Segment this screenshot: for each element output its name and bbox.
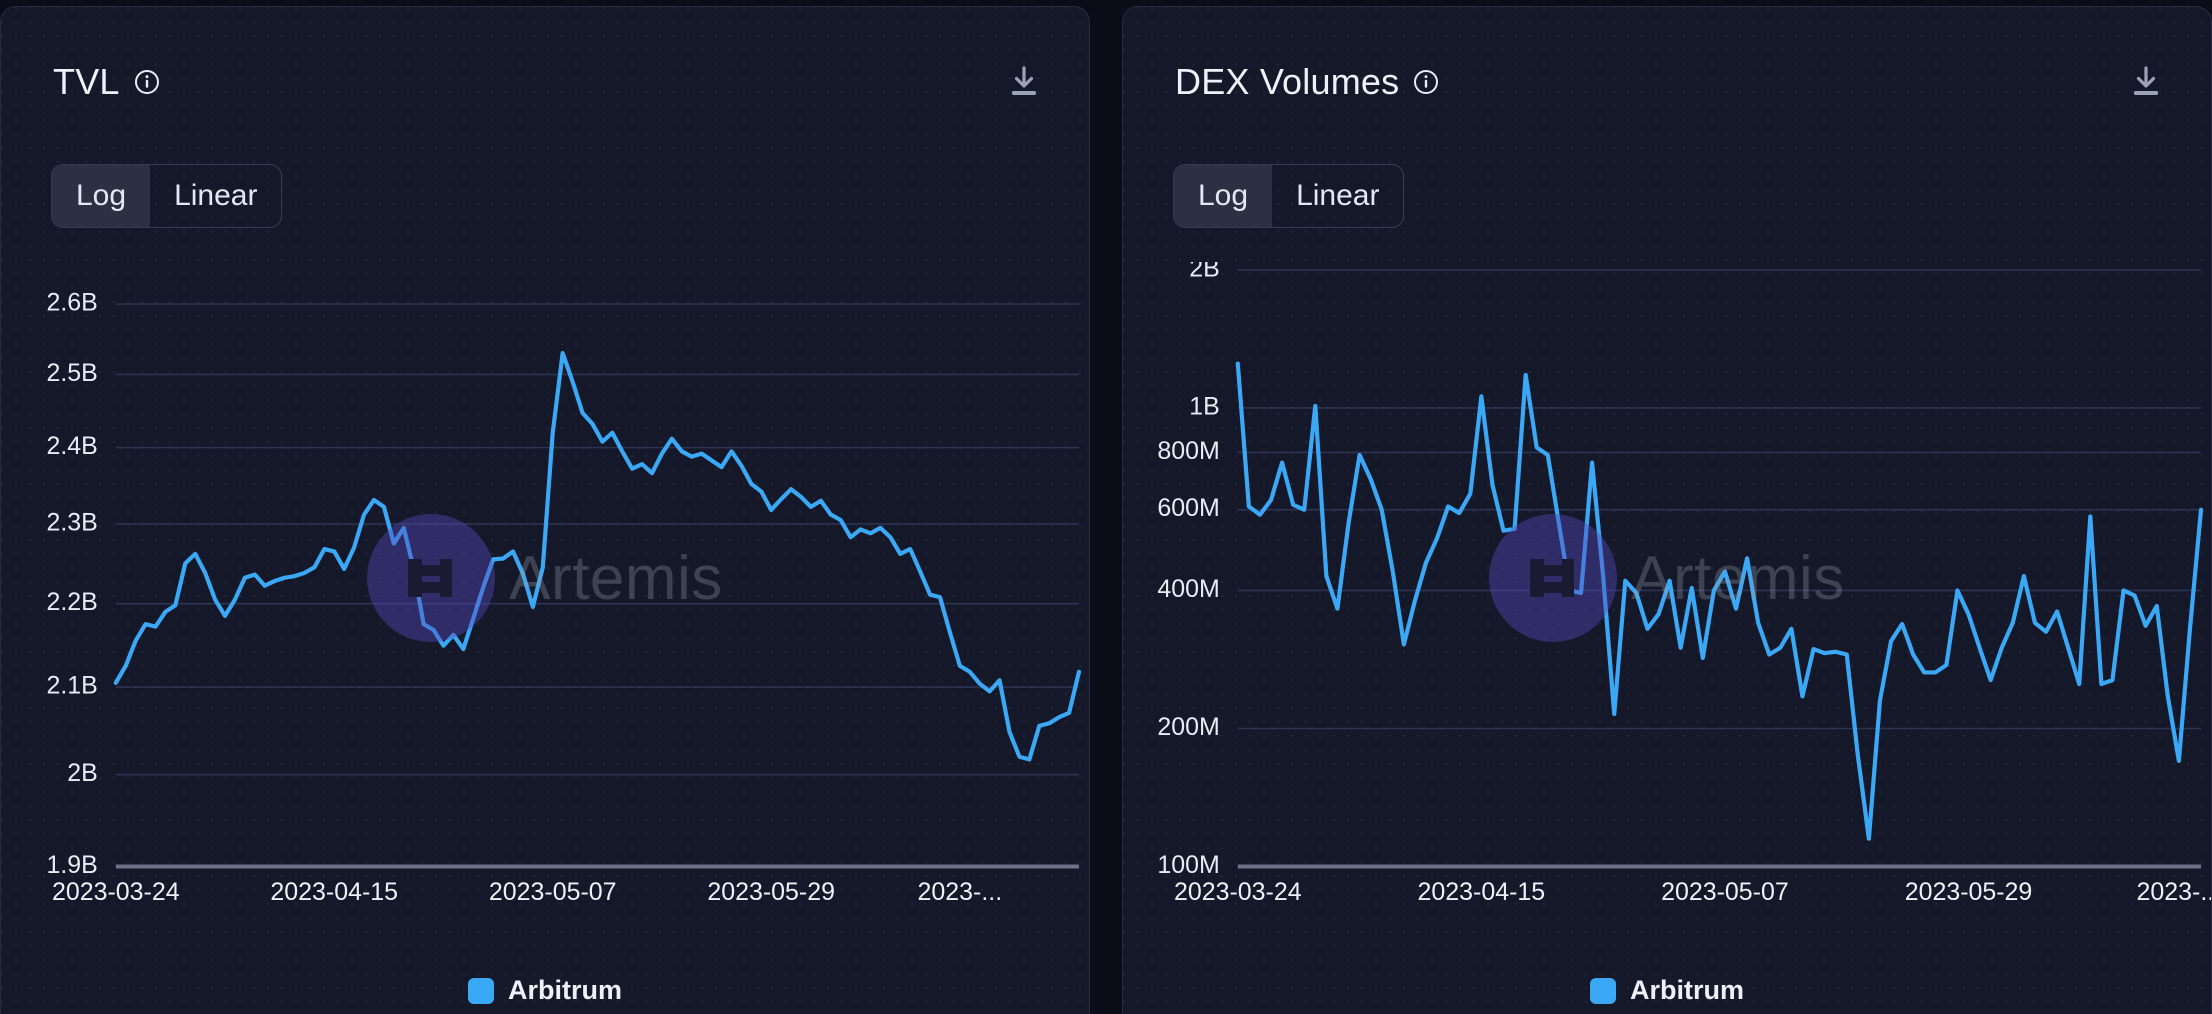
ytick-label: 2.5B: [46, 359, 97, 387]
ytick-label: 1.9B: [46, 851, 97, 879]
gridlines-dex: [1237, 269, 2202, 869]
download-icon[interactable]: [1007, 63, 1041, 101]
ytick-label: 400M: [1157, 575, 1219, 603]
panel-dex-volumes: DEX Volumes Log Linear 2B 1B 800M 600M 4…: [1122, 6, 2212, 1014]
series-line-arbitrum-tvl: [113, 350, 1082, 762]
ytick-label: 2.6B: [46, 289, 97, 317]
toggle-linear-tvl[interactable]: Linear: [150, 165, 281, 227]
page-title: TVL: [53, 61, 120, 102]
legend-swatch-arbitrum: [1590, 977, 1616, 1004]
toggle-linear-dex[interactable]: Linear: [1272, 165, 1403, 227]
legend-label-arbitrum: Arbitrum: [508, 975, 622, 1005]
ytick-label: 2.4B: [46, 432, 97, 460]
legend-label-arbitrum: Arbitrum: [1630, 975, 1744, 1005]
ytick-labels-dex: 2B 1B 800M 600M 400M 200M 100M: [1157, 262, 1219, 879]
xtick-label: 2023-04-15: [270, 878, 398, 906]
legend-swatch-arbitrum: [468, 977, 494, 1004]
xtick-label: 2023-05-29: [707, 878, 835, 906]
xtick-label: 2023-03-24: [1174, 878, 1302, 906]
charts-dashboard: TVL Log Linear 2.6B 2.5B 2.4B 2.3B 2.2B …: [0, 0, 2212, 1014]
panel-tvl: TVL Log Linear 2.6B 2.5B 2.4B 2.3B 2.2B …: [0, 6, 1090, 1014]
panel-dex-header: DEX Volumes: [1175, 59, 2159, 105]
page-title-dex: DEX Volumes: [1175, 61, 1400, 102]
ytick-label: 2B: [67, 759, 98, 787]
toggle-log-tvl[interactable]: Log: [52, 165, 151, 227]
xtick-label: 2023-...: [2137, 878, 2211, 906]
xtick-labels-tvl: 2023-03-24 2023-04-15 2023-05-07 2023-05-29…: [52, 878, 1002, 906]
scale-toggle-dex[interactable]: Log Linear: [1173, 164, 1405, 228]
ytick-labels-tvl: 2.6B 2.5B 2.4B 2.3B 2.2B 2.1B 2B 1.9B: [46, 289, 97, 879]
xtick-label: 2023-05-07: [1661, 878, 1789, 906]
scale-toggle-tvl[interactable]: Log Linear: [51, 164, 283, 228]
ytick-label: 100M: [1157, 851, 1219, 879]
gridlines-tvl: [115, 303, 1080, 869]
ytick-label: 800M: [1157, 437, 1219, 465]
xtick-label: 2023-03-24: [52, 878, 180, 906]
ytick-label: 2.3B: [46, 509, 97, 537]
chart-plot-dex: 2B 1B 800M 600M 400M 200M 100M 2023-03-24 2023-…: [1123, 262, 2211, 926]
chart-legend-dex[interactable]: Arbitrum: [1123, 975, 2211, 1006]
xtick-label: 2023-04-15: [1418, 878, 1546, 906]
xtick-labels-dex: 2023-03-24 2023-04-15 2023-05-07 2023-05-29…: [1174, 878, 2211, 906]
series-line-arbitrum-dex: [1235, 361, 2204, 841]
chart-legend-tvl[interactable]: Arbitrum: [1, 975, 1089, 1006]
info-icon[interactable]: [134, 69, 160, 95]
chart-svg-tvl: 2.6B 2.5B 2.4B 2.3B 2.2B 2.1B 2B 1.9B 2023-03-2…: [46, 289, 1082, 906]
ytick-label: 200M: [1157, 713, 1219, 741]
info-icon[interactable]: [1413, 69, 1439, 95]
xtick-label: 2023-...: [918, 878, 1003, 906]
ytick-label: 2B: [1189, 262, 1220, 282]
ytick-label: 2.1B: [46, 672, 97, 700]
chart-svg-dex: 2B1B800M600M400M200M100M 2023-03-24 2023-…: [1157, 262, 2211, 906]
ytick-label: 600M: [1157, 494, 1219, 522]
download-icon[interactable]: [2129, 63, 2163, 101]
ytick-label: 1B: [1189, 393, 1220, 421]
panel-tvl-header: TVL: [53, 59, 1037, 105]
xtick-label: 2023-05-07: [489, 878, 617, 906]
toggle-log-dex[interactable]: Log: [1174, 165, 1273, 227]
xtick-label: 2023-05-29: [1905, 878, 2033, 906]
ytick-label: 2.2B: [46, 588, 97, 616]
chart-plot-tvl: 2.6B 2.5B 2.4B 2.3B 2.2B 2.1B 2B 1.9B 2023-03-2…: [1, 262, 1089, 926]
